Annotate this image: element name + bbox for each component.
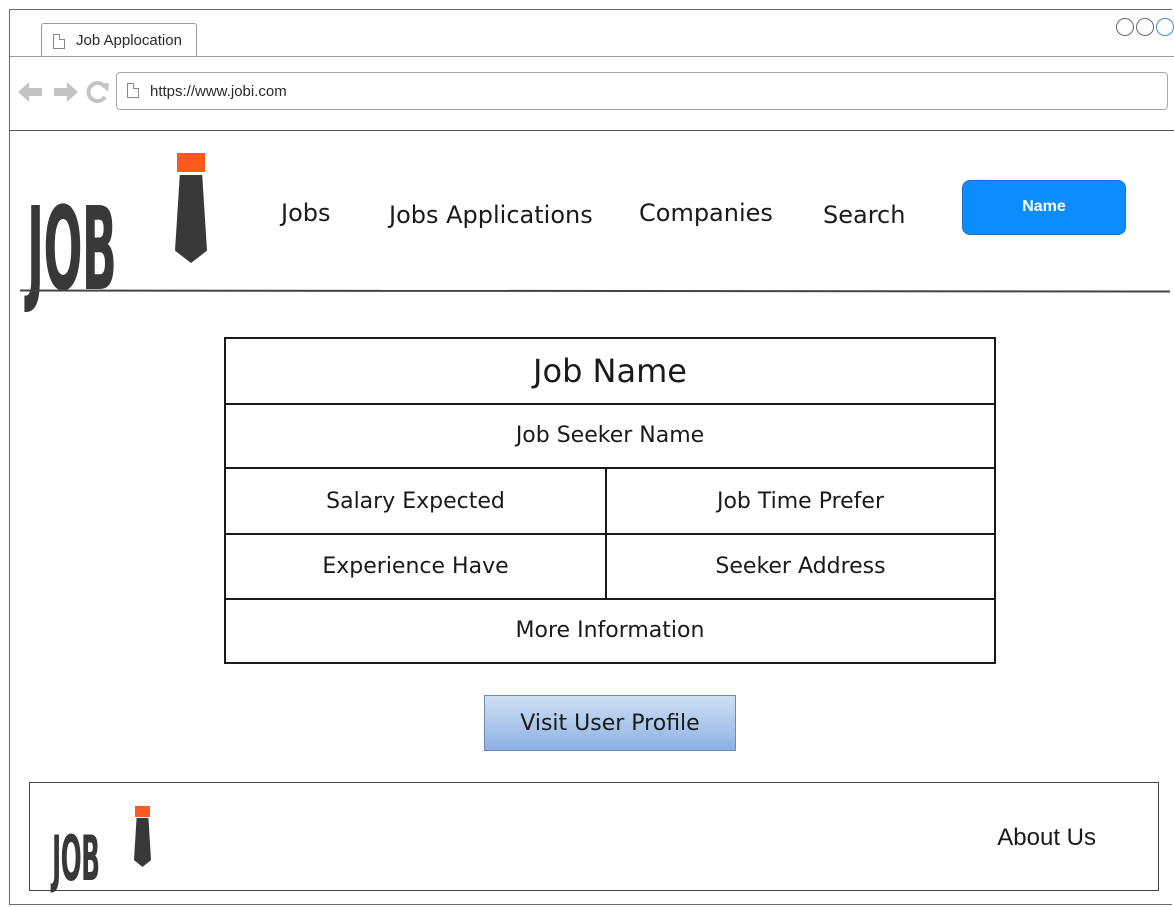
maximize-icon[interactable] bbox=[1136, 18, 1154, 36]
tab-title: Job Applocation bbox=[76, 32, 182, 49]
footer-logo-text: JOB bbox=[52, 824, 100, 896]
close-icon[interactable] bbox=[1156, 18, 1174, 36]
job-title-row: Job Name bbox=[226, 339, 994, 405]
minimize-icon[interactable] bbox=[1116, 18, 1134, 36]
back-arrow-icon[interactable] bbox=[18, 80, 44, 109]
seeker-address: Seeker Address bbox=[715, 553, 886, 579]
url-text: https://www.jobi.com bbox=[150, 83, 287, 100]
window-controls bbox=[1116, 18, 1174, 36]
job-seeker-name: Job Seeker Name bbox=[515, 422, 705, 448]
salary-expected: Salary Expected bbox=[226, 469, 607, 533]
job-name: Job Name bbox=[533, 352, 687, 390]
job-time-prefer: Job Time Prefer bbox=[716, 488, 885, 514]
job-application-card: Job Name Job Seeker Name Salary Expected… bbox=[224, 337, 996, 664]
footer-logo[interactable]: JOB bbox=[52, 803, 157, 891]
footer: JOB About Us bbox=[29, 782, 1159, 891]
experience-have: Experience Have bbox=[226, 534, 607, 598]
salary-time-row: Salary Expected Job Time Prefer bbox=[226, 469, 994, 535]
about-us-link[interactable]: About Us bbox=[997, 824, 1096, 852]
address-bar[interactable]: https://www.jobi.com bbox=[116, 72, 1168, 110]
more-information: More Information bbox=[515, 618, 705, 643]
more-information-row: More Information bbox=[226, 599, 994, 662]
visit-user-profile-button[interactable]: Visit User Profile bbox=[484, 695, 736, 751]
browser-tab[interactable]: Job Applocation bbox=[41, 23, 197, 56]
forward-arrow-icon[interactable] bbox=[52, 80, 78, 109]
user-name-button[interactable]: Name bbox=[962, 180, 1126, 235]
nav-companies[interactable]: Companies bbox=[639, 199, 773, 227]
chrome-divider bbox=[10, 130, 1174, 131]
nav-jobs[interactable]: Jobs bbox=[281, 199, 331, 227]
experience-address-row: Experience Have Seeker Address bbox=[226, 534, 994, 600]
page-icon bbox=[53, 34, 65, 49]
jobi-logo[interactable]: JOB bbox=[27, 147, 217, 308]
nav-search[interactable]: Search bbox=[823, 201, 905, 229]
reload-icon[interactable] bbox=[86, 80, 110, 109]
tie-icon bbox=[175, 153, 207, 265]
tie-icon bbox=[134, 806, 151, 868]
tab-strip-line bbox=[10, 56, 1174, 57]
page-icon bbox=[127, 83, 139, 98]
nav-jobs-applications[interactable]: Jobs Applications bbox=[389, 201, 593, 229]
seeker-name-row: Job Seeker Name bbox=[226, 403, 994, 469]
